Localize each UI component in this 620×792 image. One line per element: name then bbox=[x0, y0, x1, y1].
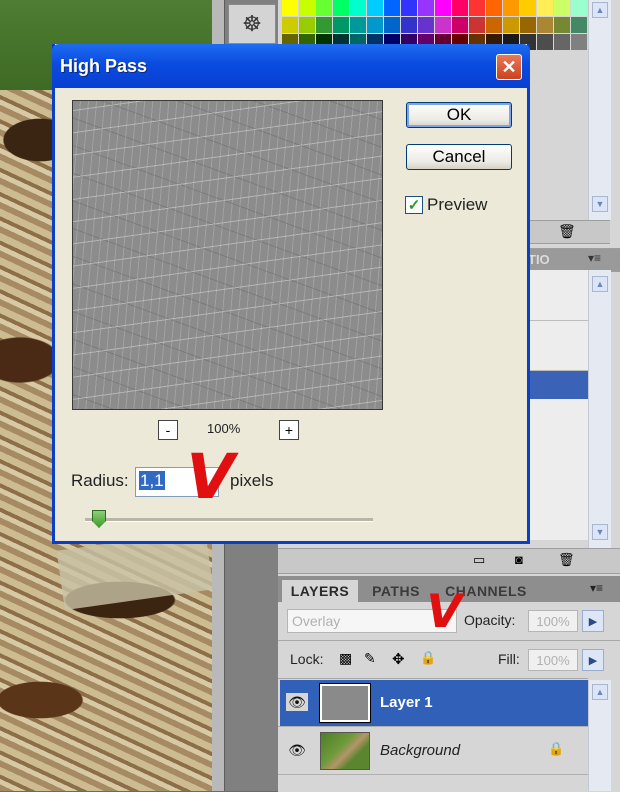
color-swatch[interactable] bbox=[418, 17, 434, 33]
color-swatch[interactable] bbox=[486, 17, 502, 33]
layer-lock-icon: 🔒 bbox=[548, 741, 565, 756]
swatches-scrollbar[interactable]: ▲ ▼ bbox=[588, 0, 611, 220]
zoom-in-button[interactable]: + bbox=[279, 420, 299, 440]
layer-row-background[interactable]: 👁 Background 🔒 bbox=[280, 728, 588, 774]
lock-brush-icon[interactable]: ✎ bbox=[364, 650, 376, 667]
lock-all-icon[interactable]: 🔒 bbox=[420, 650, 436, 666]
opacity-label: Opacity: bbox=[464, 612, 516, 628]
trash-icon[interactable]: 🗑 bbox=[558, 552, 575, 568]
layer-name[interactable]: Layer 1 bbox=[380, 694, 433, 711]
color-swatch[interactable] bbox=[520, 17, 536, 33]
radius-value: 1,1 bbox=[139, 471, 165, 490]
fill-label: Fill: bbox=[498, 651, 520, 667]
scroll-up-icon[interactable]: ▲ bbox=[592, 684, 608, 700]
preview-label: Preview bbox=[427, 195, 488, 214]
color-swatch[interactable] bbox=[520, 0, 536, 16]
color-swatch[interactable] bbox=[537, 0, 553, 16]
tab-paths[interactable]: PATHS bbox=[362, 580, 430, 602]
color-swatch[interactable] bbox=[316, 17, 332, 33]
color-swatch[interactable] bbox=[554, 34, 570, 50]
filter-preview-image[interactable] bbox=[72, 100, 383, 410]
color-swatch[interactable] bbox=[554, 0, 570, 16]
lock-transparency-icon[interactable]: ▩ bbox=[339, 650, 352, 667]
color-swatch[interactable] bbox=[503, 17, 519, 33]
radius-slider-thumb[interactable] bbox=[92, 510, 106, 528]
layer-name[interactable]: Background bbox=[380, 742, 460, 759]
color-swatch[interactable] bbox=[486, 0, 502, 16]
high-pass-dialog: High Pass ✕ OK Cancel ✓ Preview - 100% +… bbox=[52, 44, 530, 544]
close-icon[interactable]: ✕ bbox=[496, 54, 522, 80]
color-swatch[interactable] bbox=[350, 17, 366, 33]
color-swatch[interactable] bbox=[469, 0, 485, 16]
color-swatch[interactable] bbox=[452, 17, 468, 33]
color-swatch[interactable] bbox=[452, 0, 468, 16]
visibility-eye-icon[interactable]: 👁 bbox=[286, 741, 308, 759]
color-swatch[interactable] bbox=[537, 17, 553, 33]
color-swatch[interactable] bbox=[367, 0, 383, 16]
mid-panel-tab[interactable]: TIO bbox=[528, 252, 550, 267]
color-swatch[interactable] bbox=[537, 34, 553, 50]
layer-thumbnail bbox=[319, 683, 371, 723]
new-snapshot-icon[interactable]: ▭ bbox=[473, 552, 485, 568]
trash-icon[interactable]: 🗑 bbox=[558, 223, 576, 240]
color-swatch[interactable] bbox=[350, 0, 366, 16]
ok-button[interactable]: OK bbox=[406, 102, 512, 128]
visibility-eye-icon[interactable]: 👁 bbox=[286, 693, 308, 711]
cancel-button[interactable]: Cancel bbox=[406, 144, 512, 170]
color-swatch[interactable] bbox=[571, 34, 587, 50]
zoom-out-button[interactable]: - bbox=[158, 420, 178, 440]
tab-layers[interactable]: LAYERS bbox=[282, 580, 358, 602]
color-swatch[interactable] bbox=[418, 0, 434, 16]
lock-label: Lock: bbox=[290, 651, 324, 667]
dialog-titlebar[interactable]: High Pass ✕ bbox=[52, 44, 530, 88]
color-swatch[interactable] bbox=[401, 17, 417, 33]
color-swatch[interactable] bbox=[401, 0, 417, 16]
color-swatch[interactable] bbox=[571, 0, 587, 16]
scroll-down-icon[interactable]: ▼ bbox=[592, 524, 608, 540]
color-swatch[interactable] bbox=[435, 0, 451, 16]
zoom-level: 100% bbox=[207, 421, 241, 436]
scroll-up-icon[interactable]: ▲ bbox=[592, 2, 608, 18]
color-swatch[interactable] bbox=[384, 17, 400, 33]
color-swatch[interactable] bbox=[316, 0, 332, 16]
fill-input[interactable]: 100% bbox=[528, 649, 578, 671]
color-swatch[interactable] bbox=[571, 17, 587, 33]
color-swatch[interactable] bbox=[384, 0, 400, 16]
camera-icon[interactable]: ◙ bbox=[515, 552, 523, 567]
layers-scrollbar[interactable]: ▲ bbox=[588, 680, 611, 791]
radius-label: Radius: bbox=[71, 471, 129, 490]
radius-unit-label: pixels bbox=[230, 471, 274, 490]
color-swatch[interactable] bbox=[503, 0, 519, 16]
mid-panel-selected-row[interactable] bbox=[530, 371, 588, 399]
preview-checkbox[interactable]: ✓ bbox=[405, 196, 423, 214]
navigator-wheel-icon[interactable]: ☸ bbox=[228, 4, 276, 44]
panel-menu-icon[interactable]: ▾≡ bbox=[590, 581, 603, 595]
mid-panel-scrollbar[interactable]: ▲ ▼ bbox=[588, 270, 611, 550]
color-swatch[interactable] bbox=[282, 0, 298, 16]
dialog-title: High Pass bbox=[60, 56, 148, 76]
layer-row-layer-1[interactable]: 👁 Layer 1 bbox=[280, 680, 588, 726]
color-swatch[interactable] bbox=[554, 17, 570, 33]
mid-panel-bottom-bar: ▭ ◙ 🗑 bbox=[278, 548, 620, 574]
fill-arrow-icon[interactable]: ▶ bbox=[582, 649, 604, 671]
color-swatch[interactable] bbox=[299, 0, 315, 16]
scroll-down-icon[interactable]: ▼ bbox=[592, 196, 608, 212]
color-swatch[interactable] bbox=[282, 17, 298, 33]
opacity-arrow-icon[interactable]: ▶ bbox=[582, 610, 604, 632]
color-swatch[interactable] bbox=[469, 17, 485, 33]
color-swatch[interactable] bbox=[333, 0, 349, 16]
color-swatch[interactable] bbox=[333, 17, 349, 33]
color-swatch[interactable] bbox=[367, 17, 383, 33]
radius-slider-track[interactable] bbox=[85, 518, 373, 522]
scroll-up-icon[interactable]: ▲ bbox=[592, 276, 608, 292]
opacity-input[interactable]: 100% bbox=[528, 610, 578, 632]
panel-menu-icon[interactable]: ▾≡ bbox=[588, 251, 601, 265]
lock-move-icon[interactable]: ✥ bbox=[392, 650, 405, 668]
layer-thumbnail bbox=[320, 732, 370, 770]
color-swatch[interactable] bbox=[435, 17, 451, 33]
color-swatch[interactable] bbox=[299, 17, 315, 33]
